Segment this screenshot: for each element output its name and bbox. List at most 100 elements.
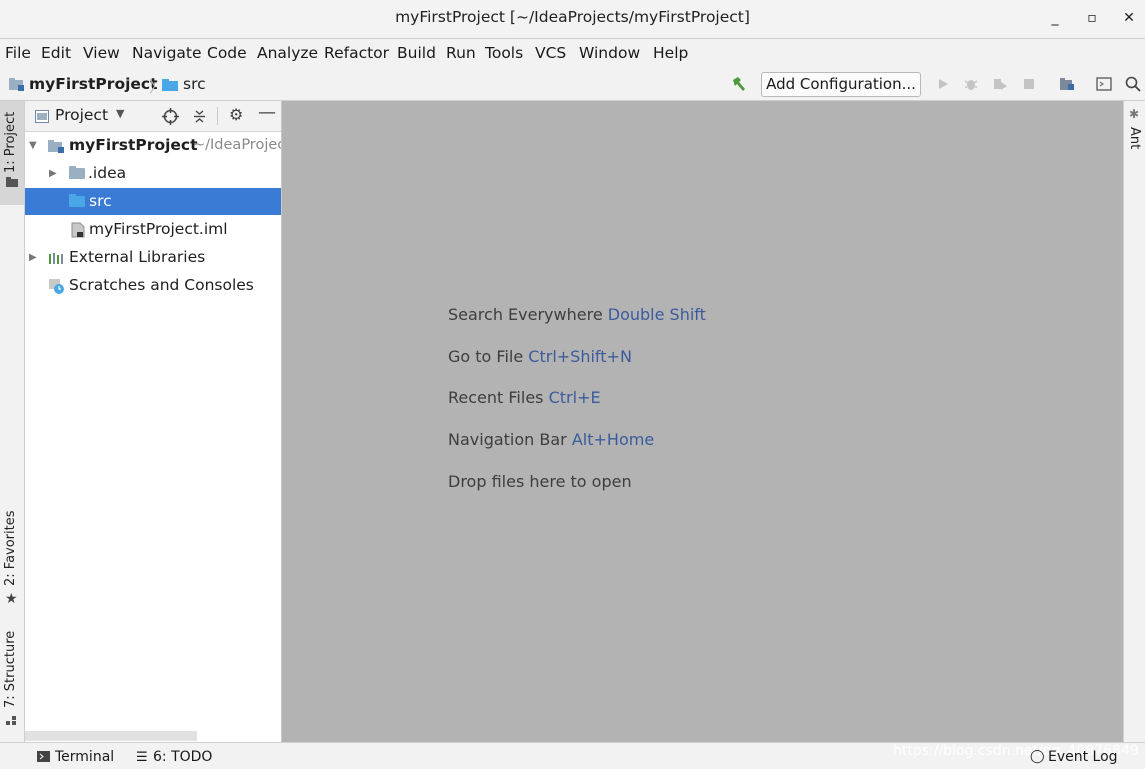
source-folder-icon: [162, 79, 178, 91]
menu-file[interactable]: File: [5, 44, 31, 62]
tab-ant[interactable]: ✱ Ant: [1124, 105, 1145, 157]
menu-vcs[interactable]: VCS: [535, 44, 566, 62]
tree-label: .idea: [88, 164, 127, 182]
menu-window[interactable]: Window: [579, 44, 640, 62]
menu-code[interactable]: Code: [207, 44, 247, 62]
tab-favorites[interactable]: 2: Favorites ★: [0, 506, 24, 611]
horizontal-scrollbar[interactable]: [25, 731, 197, 741]
todo-tab[interactable]: 6: TODO: [153, 749, 212, 765]
folder-icon: [69, 166, 85, 179]
maximize-button[interactable]: ▫: [1084, 10, 1100, 26]
menu-analyze[interactable]: Analyze: [257, 44, 318, 62]
tree-path-suffix: ~/IdeaProjec: [193, 137, 281, 153]
run-icon[interactable]: [934, 75, 952, 93]
tree-node-project-root[interactable]: ▼ myFirstProject ~/IdeaProjec: [25, 132, 281, 159]
menu-build[interactable]: Build: [397, 44, 436, 62]
hint-shortcut: Double Shift: [607, 305, 706, 324]
tree-label: src: [89, 192, 112, 210]
menu-help[interactable]: Help: [653, 44, 688, 62]
breadcrumb-src[interactable]: src: [183, 75, 206, 93]
stop-icon[interactable]: [1020, 75, 1038, 93]
hint-text: Recent Files: [448, 388, 544, 407]
breadcrumb-project[interactable]: myFirstProject: [29, 75, 158, 93]
project-tool-window: Project ▼ ⚙ — ▼ myFirstProject ~/IdeaPro…: [25, 101, 282, 742]
menu-edit[interactable]: Edit: [41, 44, 71, 62]
terminal-window-icon[interactable]: [1095, 75, 1113, 93]
event-log-tab[interactable]: Event Log: [1048, 749, 1118, 765]
terminal-icon: [37, 751, 50, 762]
project-view-icon: [35, 110, 49, 123]
hint-navigation-bar: Navigation Bar Alt+Home: [448, 430, 654, 449]
hint-search-everywhere: Search Everywhere Double Shift: [448, 305, 706, 324]
structure-icon: [6, 716, 16, 725]
tree-label: External Libraries: [69, 248, 206, 266]
menu-tools[interactable]: Tools: [485, 44, 523, 62]
left-tool-stripe: 1: Project 2: Favorites ★ 7: Structure: [0, 101, 25, 742]
tab-project[interactable]: 1: Project: [0, 101, 24, 205]
scratches-icon: [49, 279, 64, 294]
navigation-bar: myFirstProject 〉 src Add Configuration..…: [0, 69, 1145, 101]
gear-icon[interactable]: ⚙: [229, 105, 243, 124]
folder-icon: [6, 177, 18, 187]
right-tool-stripe: ✱ Ant: [1123, 101, 1145, 742]
coverage-icon[interactable]: [991, 75, 1009, 93]
hint-text: Navigation Bar: [448, 430, 567, 449]
hint-text: Drop files here to open: [448, 472, 632, 491]
collapse-arrow-icon[interactable]: ▶: [29, 244, 37, 271]
ant-icon: ✱: [1129, 107, 1140, 121]
tab-favorites-label: 2: Favorites: [3, 510, 18, 586]
tree-node-iml-file[interactable]: myFirstProject.iml: [25, 216, 281, 243]
hint-shortcut: Ctrl+E: [548, 388, 601, 407]
collapse-all-icon[interactable]: [192, 108, 207, 125]
menu-view[interactable]: View: [83, 44, 120, 62]
hint-shortcut: Ctrl+Shift+N: [528, 347, 632, 366]
tab-project-label: 1: Project: [3, 111, 18, 173]
source-folder-icon: [69, 194, 85, 207]
dropdown-arrow-icon[interactable]: ▼: [116, 107, 124, 120]
terminal-tab[interactable]: Terminal: [55, 749, 114, 765]
hint-recent-files: Recent Files Ctrl+E: [448, 388, 601, 407]
todo-list-icon: ☰: [136, 750, 148, 765]
header-divider: [217, 107, 218, 125]
collapse-arrow-icon[interactable]: ▶: [49, 160, 57, 187]
close-button[interactable]: ✕: [1121, 10, 1137, 26]
minimize-button[interactable]: _: [1047, 10, 1063, 26]
add-configuration-button[interactable]: Add Configuration...: [761, 72, 921, 97]
debug-icon[interactable]: [962, 75, 980, 93]
tree-label: Scratches and Consoles: [69, 276, 254, 294]
project-structure-icon[interactable]: [1058, 75, 1076, 93]
tree-node-external-libraries[interactable]: ▶ External Libraries: [25, 244, 281, 271]
project-panel-header: Project ▼ ⚙ —: [25, 101, 281, 132]
tree-node-idea[interactable]: ▶ .idea: [25, 160, 281, 187]
tree-label: myFirstProject: [69, 136, 198, 154]
window-title-bar: myFirstProject [~/IdeaProjects/myFirstPr…: [0, 0, 1145, 39]
expand-arrow-icon[interactable]: ▼: [29, 132, 37, 159]
hint-go-to-file: Go to File Ctrl+Shift+N: [448, 347, 632, 366]
tree-label: myFirstProject.iml: [89, 220, 228, 238]
tab-structure[interactable]: 7: Structure: [0, 626, 24, 731]
tree-node-src[interactable]: src: [25, 188, 281, 215]
hint-text: Go to File: [448, 347, 524, 366]
project-view-selector[interactable]: Project: [55, 106, 108, 124]
menu-bar: File Edit View Navigate Code Analyze Ref…: [0, 39, 1145, 69]
locate-target-icon[interactable]: [162, 108, 179, 125]
hint-text: Search Everywhere: [448, 305, 603, 324]
build-hammer-icon[interactable]: [730, 75, 748, 93]
menu-run[interactable]: Run: [446, 44, 476, 62]
search-icon[interactable]: [1124, 75, 1142, 93]
bottom-tool-bar: Terminal ☰ 6: TODO https://blog.csdn.net…: [0, 742, 1145, 769]
hint-shortcut: Alt+Home: [571, 430, 655, 449]
star-icon: ★: [5, 591, 18, 607]
menu-navigate[interactable]: Navigate: [132, 44, 202, 62]
tree-node-scratches[interactable]: Scratches and Consoles: [25, 272, 281, 299]
hide-panel-icon[interactable]: —: [258, 102, 276, 123]
tab-ant-label: Ant: [1127, 127, 1142, 150]
hint-drop-files: Drop files here to open: [448, 472, 632, 491]
libraries-icon: [49, 253, 63, 264]
module-folder-icon: [9, 78, 24, 91]
module-folder-icon: [48, 140, 64, 153]
window-title: myFirstProject [~/IdeaProjects/myFirstPr…: [395, 8, 750, 26]
editor-empty-area[interactable]: Search Everywhere Double Shift Go to Fil…: [282, 101, 1123, 742]
tab-structure-label: 7: Structure: [3, 630, 18, 708]
menu-refactor[interactable]: Refactor: [324, 44, 389, 62]
